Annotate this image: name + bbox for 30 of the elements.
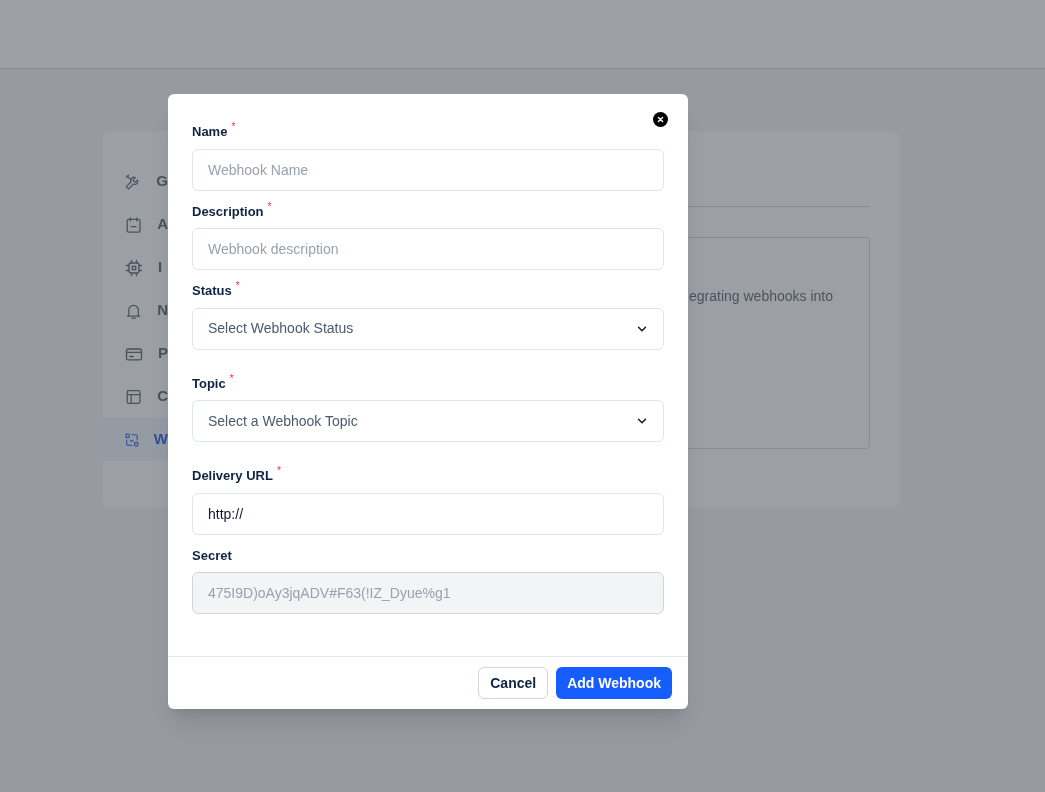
calendar-icon — [124, 214, 144, 235]
text-field[interactable]: Webhook description — [192, 228, 664, 270]
cancel-button[interactable]: Cancel — [478, 667, 549, 699]
text-field[interactable]: Webhook Name — [192, 148, 664, 191]
text-field[interactable]: http:// — [192, 492, 664, 535]
field-label: Description — [192, 202, 264, 221]
chip-icon — [124, 257, 144, 278]
field-label: Secret — [192, 546, 232, 565]
field-label: Status — [192, 282, 232, 300]
close-button[interactable] — [653, 112, 668, 127]
required-mark: * — [276, 466, 281, 476]
select-field[interactable]: Select a Webhook Topic — [192, 400, 664, 442]
sidebar-item[interactable]: C — [102, 375, 168, 418]
sidebar-item[interactable]: P — [102, 332, 168, 375]
required-mark: * — [229, 373, 234, 384]
field-label: Name — [192, 123, 228, 141]
required-mark: * — [235, 281, 240, 291]
sidebar-item[interactable]: N — [102, 289, 168, 332]
close-icon — [657, 116, 664, 123]
required-mark: * — [231, 122, 236, 132]
info-text: egrating webhooks into — [689, 288, 833, 304]
sidebar-item[interactable]: A — [102, 203, 168, 246]
sidebar-item[interactable]: G — [102, 160, 168, 203]
required-mark: * — [267, 201, 272, 212]
sidebar-item[interactable]: W — [102, 418, 168, 461]
select-field[interactable]: Select Webhook Status — [192, 307, 664, 350]
field-label: Delivery URL — [192, 467, 273, 485]
field-label: Topic — [192, 374, 226, 393]
sidebar-item[interactable]: I — [102, 246, 168, 289]
add-webhook-button[interactable]: Add Webhook — [556, 667, 672, 699]
